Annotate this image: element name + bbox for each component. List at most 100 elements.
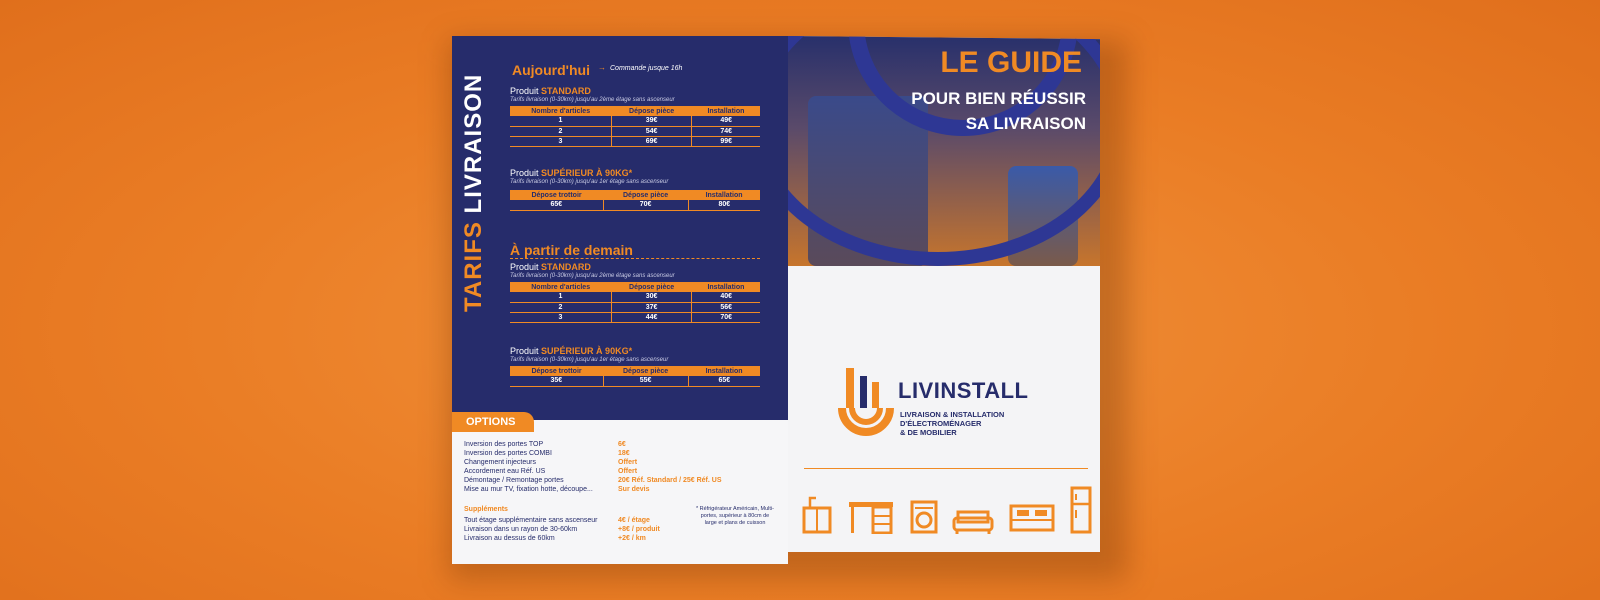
tomorrow-standard-table: Nombre d'articles Dépose pièce Installatio… (510, 282, 760, 323)
product-prefix: Produit (510, 346, 539, 356)
product-icons-row (802, 486, 1092, 534)
today-heavy-label: Produit SUPÉRIEUR À 90KG* (510, 168, 632, 178)
tagline-line-3: & DE MOBILIER (900, 428, 957, 437)
table-cell: 54€ (611, 126, 693, 137)
option-label: Changement injecteurs (464, 459, 536, 466)
option-price: 4€ / étage (618, 517, 650, 524)
option-price: 6€ (618, 441, 626, 448)
table-cell: 70€ (691, 312, 760, 323)
tagline-line-1: LIVRAISON & INSTALLATION (900, 410, 1005, 419)
table-header-cell: Installation (688, 190, 760, 200)
desk-icon (848, 502, 893, 534)
options-list: Inversion des portes TOP Inversion des po… (464, 440, 593, 494)
vertical-title-part-2: LIVRAISON (460, 73, 487, 214)
today-standard-label: Produit STANDARD (510, 86, 591, 96)
option-price: +2€ / km (618, 535, 646, 542)
table-row: 35€ 55€ 65€ (510, 376, 760, 387)
options-prices: 6€ 18€ Offert Offert 20€ Réf. Standard / 25€… (618, 440, 721, 494)
today-heavy-sub: Tarifs livraison (0-30km) jusqu'au 1er é… (510, 179, 669, 185)
table-header-row: Nombre d'articles Dépose pièce Installatio… (510, 106, 760, 116)
table-cell: 74€ (691, 126, 760, 137)
option-label: Livraison au dessus de 60km (464, 535, 555, 542)
table-cell: 37€ (611, 302, 693, 313)
table-header-cell: Dépose pièce (611, 106, 692, 116)
product-prefix: Produit (510, 168, 539, 178)
table-row: 2 37€ 56€ (510, 302, 760, 313)
brochure-left-panel: TARIFS LIVRAISON Aujourd'hui → Commande … (452, 36, 788, 564)
table-cell: 70€ (603, 200, 689, 211)
today-standard-sub: Tarifs livraison (0-30km) jusqu'au 2ème … (510, 97, 675, 103)
table-header-row: Dépose trottoir Dépose pièce Installation (510, 190, 760, 200)
table-cell: 56€ (691, 302, 760, 313)
table-header-cell: Nombre d'articles (510, 106, 612, 116)
table-header-row: Nombre d'articles Dépose pièce Installatio… (510, 282, 760, 292)
footnote: * Réfrigérateur Américain, Multi-portes,… (696, 506, 774, 526)
subheadline: POUR BIEN RÉUSSIR SA LIVRAISON (911, 86, 1086, 136)
sink-cabinet-icon (802, 496, 832, 534)
arrow-icon: → (598, 63, 606, 72)
table-cell: 65€ (688, 376, 760, 387)
product-type: SUPÉRIEUR À 90KG* (541, 346, 633, 356)
option-price: Sur devis (618, 486, 650, 493)
tomorrow-heavy-sub: Tarifs livraison (0-30km) jusqu'au 1er é… (510, 357, 669, 363)
option-price: +8€ / produit (618, 526, 660, 533)
table-cell: 35€ (510, 376, 604, 387)
table-cell: 69€ (611, 136, 693, 147)
brochure-right-panel: LE GUIDE POUR BIEN RÉUSSIR SA LIVRAISON … (788, 36, 1100, 552)
table-cell: 1 (510, 116, 612, 127)
options-title: OPTIONS (452, 412, 534, 432)
today-title: Aujourd'hui (512, 62, 590, 78)
table-cell: 99€ (691, 136, 760, 147)
table-row: 1 39€ 49€ (510, 116, 760, 127)
table-header-cell: Dépose trottoir (510, 190, 604, 200)
table-header-cell: Dépose pièce (603, 190, 689, 200)
option-label: Accordement eau Réf. US (464, 468, 546, 475)
section-divider (510, 258, 760, 259)
product-type: STANDARD (541, 262, 591, 272)
table-cell: 49€ (691, 116, 760, 127)
table-row: 3 69€ 99€ (510, 136, 760, 147)
today-standard-table: Nombre d'articles Dépose pièce Installatio… (510, 106, 760, 147)
tomorrow-heavy-table: Dépose trottoir Dépose pièce Installation 3… (510, 366, 760, 387)
tomorrow-title: À partir de demain (510, 242, 633, 258)
table-header-cell: Installation (691, 282, 760, 292)
table-header-row: Dépose trottoir Dépose pièce Installation (510, 366, 760, 376)
option-label: Tout étage supplémentaire sans ascenseur (464, 517, 598, 524)
table-header-cell: Nombre d'articles (510, 282, 612, 292)
table-cell: 1 (510, 292, 612, 303)
vertical-title: TARIFS LIVRAISON (460, 52, 500, 312)
table-row: 65€ 70€ 80€ (510, 200, 760, 211)
sofa-icon (952, 510, 994, 534)
supplements-prices: 4€ / étage +8€ / produit +2€ / km (618, 516, 660, 543)
option-price: 20€ Réf. Standard / 25€ Réf. US (618, 477, 722, 484)
table-header-cell: Dépose pièce (611, 282, 692, 292)
table-cell: 30€ (611, 292, 693, 303)
table-cell: 39€ (611, 116, 693, 127)
option-price: 18€ (618, 450, 630, 457)
today-note: Commande jusque 16h (610, 65, 683, 72)
subheadline-line-1: POUR BIEN RÉUSSIR (911, 89, 1086, 108)
option-label: Inversion des portes COMBI (464, 450, 552, 457)
table-header-cell: Dépose trottoir (510, 366, 604, 376)
livinstall-logo-icon (838, 368, 894, 436)
product-type: STANDARD (541, 86, 591, 96)
option-label: Inversion des portes TOP (464, 441, 544, 448)
headline: LE GUIDE (940, 46, 1082, 79)
table-row: 2 54€ 74€ (510, 126, 760, 137)
tomorrow-standard-sub: Tarifs livraison (0-30km) jusqu'au 2ème … (510, 273, 675, 279)
supplements-list: Tout étage supplémentaire sans ascenseur… (464, 516, 597, 543)
tagline: LIVRAISON & INSTALLATION D'ÉLECTROMÉNAGE… (900, 410, 1050, 437)
product-prefix: Produit (510, 262, 539, 272)
tomorrow-standard-label: Produit STANDARD (510, 262, 591, 272)
washing-machine-icon (910, 500, 938, 534)
table-row: 1 30€ 40€ (510, 292, 760, 303)
table-row: 3 44€ 70€ (510, 312, 760, 323)
table-header-cell: Installation (688, 366, 760, 376)
vertical-title-part-1: TARIFS (460, 221, 487, 312)
option-label: Livraison dans un rayon de 30-60km (464, 526, 578, 533)
today-heavy-table: Dépose trottoir Dépose pièce Installation 6… (510, 190, 760, 211)
product-prefix: Produit (510, 86, 539, 96)
option-price: Offert (618, 468, 638, 475)
fridge-icon (1070, 486, 1092, 534)
brand-name: LIVINSTALL (898, 378, 1029, 403)
